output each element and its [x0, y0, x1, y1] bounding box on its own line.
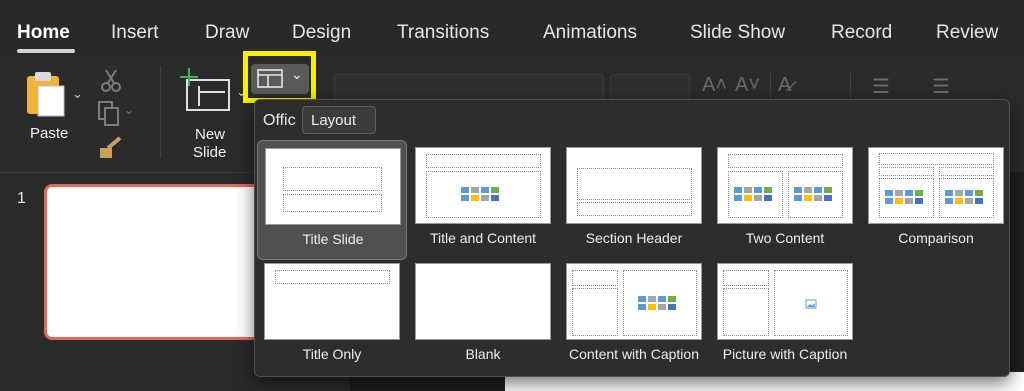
- layout-label: Two Content: [745, 230, 825, 246]
- layout-title-only[interactable]: Title Only: [257, 256, 407, 376]
- layout-tooltip: Layout: [302, 106, 376, 134]
- tab-insert[interactable]: Insert: [111, 22, 159, 44]
- slide-number: 1: [17, 190, 26, 207]
- layout-label: Title and Content: [429, 230, 537, 246]
- ribbon-tab-bar: Home Insert Draw Design Transitions Anim…: [0, 0, 1024, 62]
- ribbon-separator: [850, 72, 851, 100]
- clear-formatting-icon[interactable]: A̷: [778, 74, 791, 97]
- layout-thumbnail: [717, 147, 853, 224]
- content-placeholder-icons: [461, 187, 499, 201]
- font-name-field[interactable]: [334, 74, 604, 102]
- layout-label: Picture with Caption: [722, 346, 848, 362]
- font-size-field[interactable]: [610, 74, 690, 102]
- layout-picture-with-caption[interactable]: Picture with Caption: [710, 256, 860, 376]
- tab-review[interactable]: Review: [936, 22, 998, 44]
- picture-placeholder-icon: [805, 299, 817, 309]
- format-painter-icon[interactable]: [98, 136, 124, 162]
- layout-label: Blank: [465, 346, 501, 362]
- new-slide-button[interactable]: ⌄ New Slide: [175, 64, 247, 164]
- layout-thumbnail: [868, 147, 1004, 224]
- layout-thumbnail: [265, 148, 401, 225]
- layout-label: Content with Caption: [569, 346, 699, 362]
- new-slide-label-line2: Slide: [193, 144, 227, 161]
- clipboard-icon: [27, 72, 65, 117]
- layout-thumbnail: [717, 263, 853, 340]
- paste-label: Paste: [30, 125, 69, 142]
- layout-section-header[interactable]: Section Header: [559, 140, 709, 260]
- content-placeholder-icons: [885, 190, 923, 204]
- layout-title-and-content[interactable]: Title and Content: [408, 140, 558, 260]
- new-slide-icon: [180, 68, 230, 111]
- content-placeholder-icons: [638, 296, 676, 310]
- tab-transitions[interactable]: Transitions: [397, 22, 489, 44]
- layout-gallery-dropdown: Office Title Slide Title and Content Sec…: [254, 99, 1010, 377]
- layout-two-content[interactable]: Two Content: [710, 140, 860, 260]
- content-placeholder-icons: [734, 187, 772, 201]
- layout-label: Comparison: [898, 230, 974, 246]
- paste-dropdown-icon[interactable]: ⌄: [72, 86, 83, 102]
- svg-text:⌄: ⌄: [124, 103, 134, 117]
- tab-record[interactable]: Record: [831, 22, 892, 44]
- tab-animations[interactable]: Animations: [543, 22, 637, 44]
- new-slide-label-line1: New: [195, 126, 226, 143]
- paste-button[interactable]: ⌄ Paste: [20, 70, 90, 150]
- active-tab-indicator: [17, 49, 75, 53]
- cut-icon[interactable]: [98, 68, 124, 94]
- increase-font-size-icon[interactable]: A˄: [702, 74, 727, 97]
- layout-label: Title Only: [302, 346, 362, 362]
- office-theme-header-start: Offic: [263, 112, 296, 129]
- ribbon-separator: [160, 66, 161, 158]
- tab-slide-show[interactable]: Slide Show: [690, 22, 785, 44]
- ribbon-separator: [770, 72, 771, 100]
- layout-thumbnail: [415, 147, 551, 224]
- decrease-font-size-icon[interactable]: A˅: [735, 74, 760, 97]
- layout-content-with-caption[interactable]: Content with Caption: [559, 256, 709, 376]
- content-placeholder-icons: [945, 190, 983, 204]
- layout-button-highlight: [243, 51, 316, 103]
- layout-comparison[interactable]: Comparison: [861, 140, 1011, 260]
- tab-draw[interactable]: Draw: [205, 22, 249, 44]
- layout-thumbnail: [264, 263, 400, 340]
- content-placeholder-icons: [794, 187, 832, 201]
- bullets-icon[interactable]: ☰: [872, 74, 890, 99]
- layout-thumbnail: [566, 147, 702, 224]
- tab-design[interactable]: Design: [292, 22, 351, 44]
- slide-thumbnail[interactable]: [44, 184, 264, 340]
- numbering-icon[interactable]: ☰: [932, 74, 950, 99]
- tab-home[interactable]: Home: [17, 22, 70, 44]
- copy-icon[interactable]: ⌄: [96, 100, 136, 128]
- layout-thumbnail: [566, 263, 702, 340]
- layout-label: Section Header: [585, 230, 683, 246]
- layout-label: Title Slide: [302, 231, 364, 247]
- layout-thumbnail: [415, 263, 551, 340]
- layout-title-slide[interactable]: Title Slide: [257, 140, 407, 260]
- layout-blank[interactable]: Blank: [408, 256, 558, 376]
